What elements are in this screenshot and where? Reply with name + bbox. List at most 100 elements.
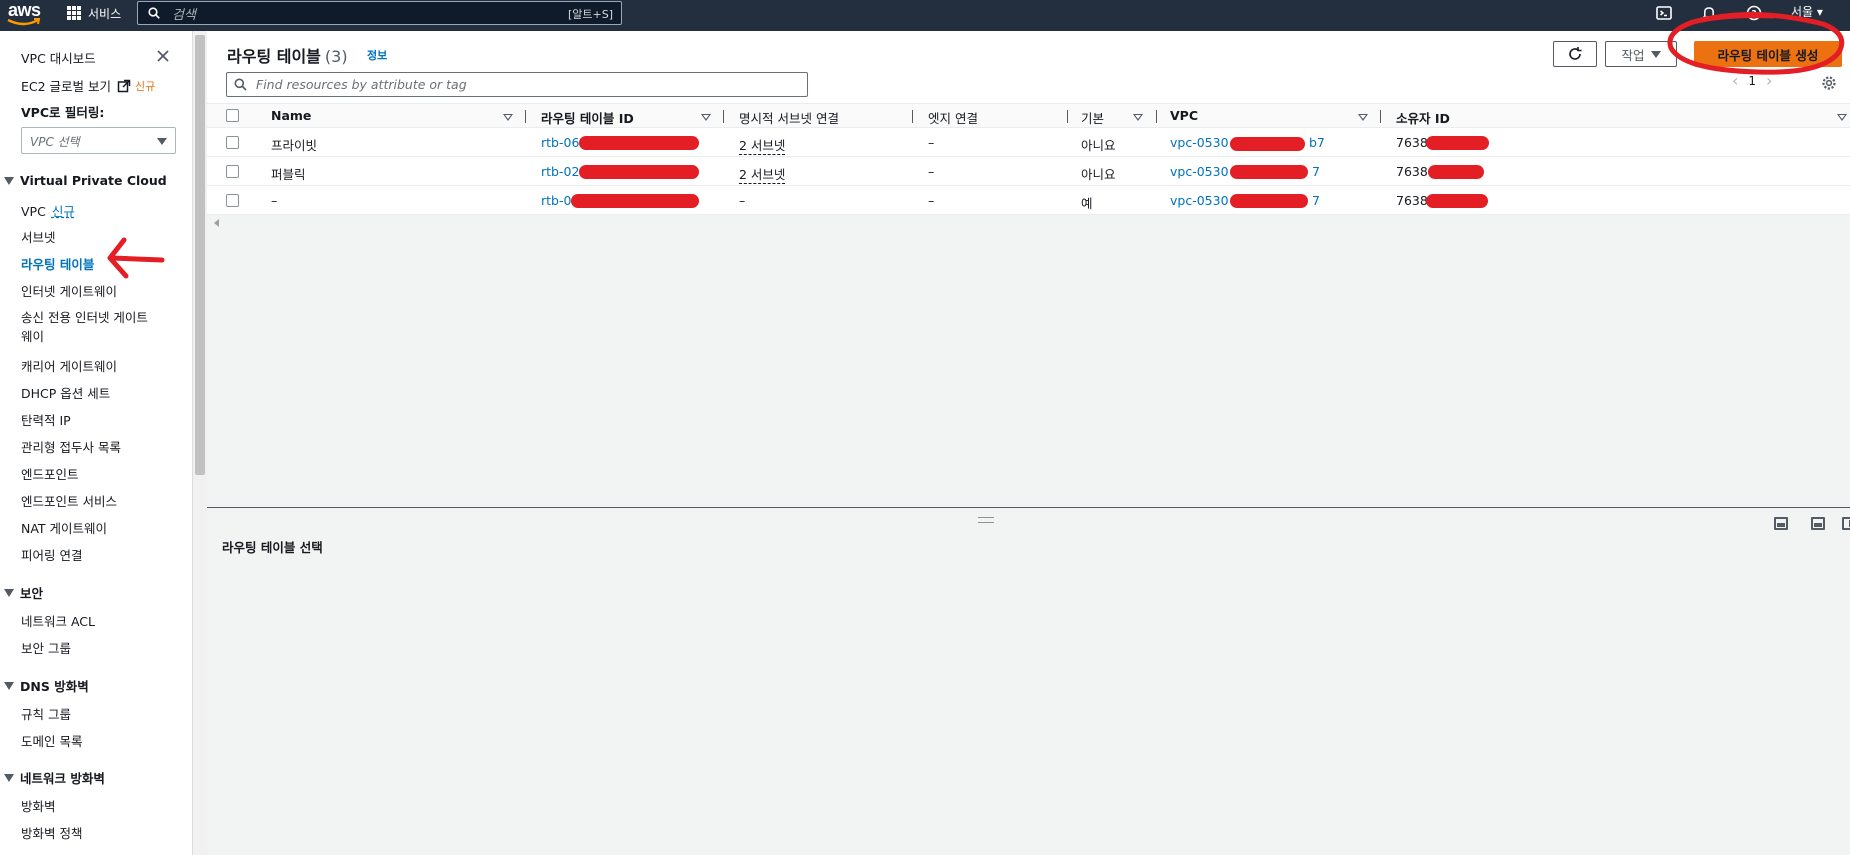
egress-igw-label-line1: 송신 전용 인터넷 게이트 xyxy=(21,310,148,325)
refresh-button[interactable] xyxy=(1553,41,1597,67)
cell-vpc-link[interactable]: vpc-0530 xyxy=(1170,135,1229,150)
sidebar-item-endpoints[interactable]: 엔드포인트 xyxy=(21,464,79,483)
cell-vpc-link[interactable]: vpc-0530 xyxy=(1170,164,1229,179)
gear-icon[interactable] xyxy=(1821,75,1837,91)
sort-icon[interactable] xyxy=(1837,114,1847,121)
sidebar-item-vpc[interactable]: VPC 신규 xyxy=(21,201,75,220)
split-full-icon[interactable] xyxy=(1811,517,1825,530)
cell-subnet-assoc[interactable]: 2 서브넷 xyxy=(739,164,786,184)
column-divider[interactable] xyxy=(1156,110,1157,123)
scrollbar-thumb[interactable] xyxy=(195,35,205,475)
sort-icon[interactable] xyxy=(503,114,513,121)
vpc-filter-select[interactable]: VPC 선택 xyxy=(21,127,176,154)
vpc-new-link[interactable]: 신규 xyxy=(52,204,75,219)
column-divider[interactable] xyxy=(1380,110,1381,123)
expand-icon xyxy=(4,176,14,185)
sidebar-item-firewalls[interactable]: 방화벽 xyxy=(21,796,56,815)
sort-icon[interactable] xyxy=(1133,114,1143,121)
section-security[interactable]: 보안 xyxy=(4,583,43,602)
column-header-name[interactable]: Name xyxy=(271,108,311,123)
column-divider[interactable] xyxy=(1067,110,1068,123)
sidebar-item-peering[interactable]: 피어링 연결 xyxy=(21,545,82,564)
sidebar-item-subnets[interactable]: 서브넷 xyxy=(21,227,56,246)
sidebar-item-elastic-ip[interactable]: 탄력적 IP xyxy=(21,410,71,429)
sidebar-item-security-groups[interactable]: 보안 그룹 xyxy=(21,638,71,657)
row-checkbox[interactable] xyxy=(226,194,239,207)
split-side-icon[interactable] xyxy=(1842,517,1850,530)
current-page[interactable]: 1 xyxy=(1748,74,1756,88)
column-header-vpc[interactable]: VPC xyxy=(1170,108,1198,123)
sidebar-item-ec2-global-view[interactable]: EC2 글로벌 보기 신규 xyxy=(21,76,155,95)
search-icon xyxy=(148,7,160,19)
sidebar-item-endpoint-services[interactable]: 엔드포인트 서비스 xyxy=(21,491,117,510)
info-link[interactable]: 정보 xyxy=(367,47,387,63)
caret-down-icon xyxy=(1650,50,1661,58)
column-divider[interactable] xyxy=(525,110,526,123)
cell-vpc-tail[interactable]: 7 xyxy=(1312,193,1320,208)
redaction-mark xyxy=(1230,165,1308,179)
column-header-main[interactable]: 기본 xyxy=(1081,108,1104,127)
table-horizontal-scrollbar[interactable] xyxy=(207,215,1850,231)
column-divider[interactable] xyxy=(912,110,913,123)
sidebar-item-domain-lists[interactable]: 도메인 목록 xyxy=(21,731,82,750)
sidebar-item-route-tables[interactable]: 라우팅 테이블 xyxy=(21,254,94,273)
column-header-edge-assoc[interactable]: 엣지 연결 xyxy=(928,108,978,127)
cell-vpc-link[interactable]: vpc-0530 xyxy=(1170,193,1229,208)
refresh-icon xyxy=(1569,47,1582,60)
close-icon[interactable] xyxy=(156,49,170,63)
redaction-mark xyxy=(1230,194,1308,208)
drag-handle-icon[interactable] xyxy=(978,517,994,523)
sidebar-item-egress-only-igw[interactable]: 송신 전용 인터넷 게이트 웨이 xyxy=(21,308,148,346)
vpc-filter-label: VPC로 필터링: xyxy=(21,105,105,120)
cell-main: 예 xyxy=(1081,196,1093,211)
row-checkbox[interactable] xyxy=(226,136,239,149)
table-row[interactable]: – rtb-07 – – 예 vpc-0530 7 7638 xyxy=(207,186,1850,215)
aws-logo[interactable]: aws xyxy=(6,0,46,28)
split-bottom-icon[interactable] xyxy=(1774,517,1788,530)
table-row[interactable]: 퍼블릭 rtb-025 2 서브넷 – 아니요 vpc-0530 7 7638 xyxy=(207,157,1850,186)
column-divider[interactable] xyxy=(723,110,724,123)
details-panel: 라우팅 테이블 선택 xyxy=(207,508,1850,855)
table-row[interactable]: 프라이빗 rtb-0625 2 서브넷 – 아니요 vpc-0530 b7 76… xyxy=(207,128,1850,157)
table-header-row: Name 라우팅 테이블 ID 명시적 서브넷 연결 엣지 연결 기본 VPC … xyxy=(207,103,1850,128)
sort-icon[interactable] xyxy=(701,114,711,121)
sidebar: VPC 대시보드 EC2 글로벌 보기 신규 VPC로 필터링: VPC 선택 … xyxy=(0,31,192,855)
sidebar-item-nat-gateways[interactable]: NAT 게이트웨이 xyxy=(21,518,107,537)
sidebar-item-dhcp-options[interactable]: DHCP 옵션 세트 xyxy=(21,383,110,402)
redaction-mark xyxy=(579,136,699,150)
cell-subnet-assoc[interactable]: 2 서브넷 xyxy=(739,135,786,155)
sidebar-item-internet-gateways[interactable]: 인터넷 게이트웨이 xyxy=(21,281,117,300)
search-icon xyxy=(234,78,247,91)
sidebar-item-prefix-lists[interactable]: 관리형 접두사 목록 xyxy=(21,437,121,456)
resource-filter-input[interactable]: Find resources by attribute or tag xyxy=(226,72,808,97)
scroll-left-icon[interactable] xyxy=(214,219,219,227)
section-virtual-private-cloud[interactable]: Virtual Private Cloud xyxy=(4,173,167,188)
sidebar-item-firewall-policies[interactable]: 방화벽 정책 xyxy=(21,823,82,842)
sidebar-item-vpc-dashboard[interactable]: VPC 대시보드 xyxy=(21,48,96,67)
column-header-rtb-id[interactable]: 라우팅 테이블 ID xyxy=(541,108,634,127)
cell-vpc-tail[interactable]: b7 xyxy=(1309,135,1325,150)
redaction-mark xyxy=(1230,137,1305,151)
select-all-checkbox[interactable] xyxy=(226,109,239,122)
cell-edge-assoc: – xyxy=(928,164,935,179)
sidebar-item-rule-groups[interactable]: 규칙 그룹 xyxy=(21,704,71,723)
sidebar-scrollbar[interactable] xyxy=(192,31,207,855)
services-menu-button[interactable]: 서비스 xyxy=(67,3,121,23)
column-header-subnet-assoc[interactable]: 명시적 서브넷 연결 xyxy=(739,108,839,127)
grid-icon xyxy=(67,6,81,20)
section-network-firewall[interactable]: 네트워크 방화벽 xyxy=(4,768,105,787)
cell-owner-id: 7638 xyxy=(1396,164,1428,179)
row-checkbox[interactable] xyxy=(226,165,239,178)
column-header-owner-id[interactable]: 소유자 ID xyxy=(1396,108,1450,127)
section-vpc-label: Virtual Private Cloud xyxy=(20,173,167,188)
sidebar-item-network-acl[interactable]: 네트워크 ACL xyxy=(21,611,95,630)
global-search-input[interactable]: 검색 [알트+S] xyxy=(137,1,622,25)
cell-edge-assoc: – xyxy=(928,135,935,150)
cell-vpc-tail[interactable]: 7 xyxy=(1312,164,1320,179)
section-nfw-label: 네트워크 방화벽 xyxy=(20,771,105,786)
new-badge: 신규 xyxy=(135,79,156,93)
section-dns-firewall[interactable]: DNS 방화벽 xyxy=(4,676,89,695)
sort-icon[interactable] xyxy=(1358,114,1368,121)
redaction-mark xyxy=(1428,165,1484,179)
sidebar-item-carrier-gateways[interactable]: 캐리어 게이트웨이 xyxy=(21,356,117,375)
